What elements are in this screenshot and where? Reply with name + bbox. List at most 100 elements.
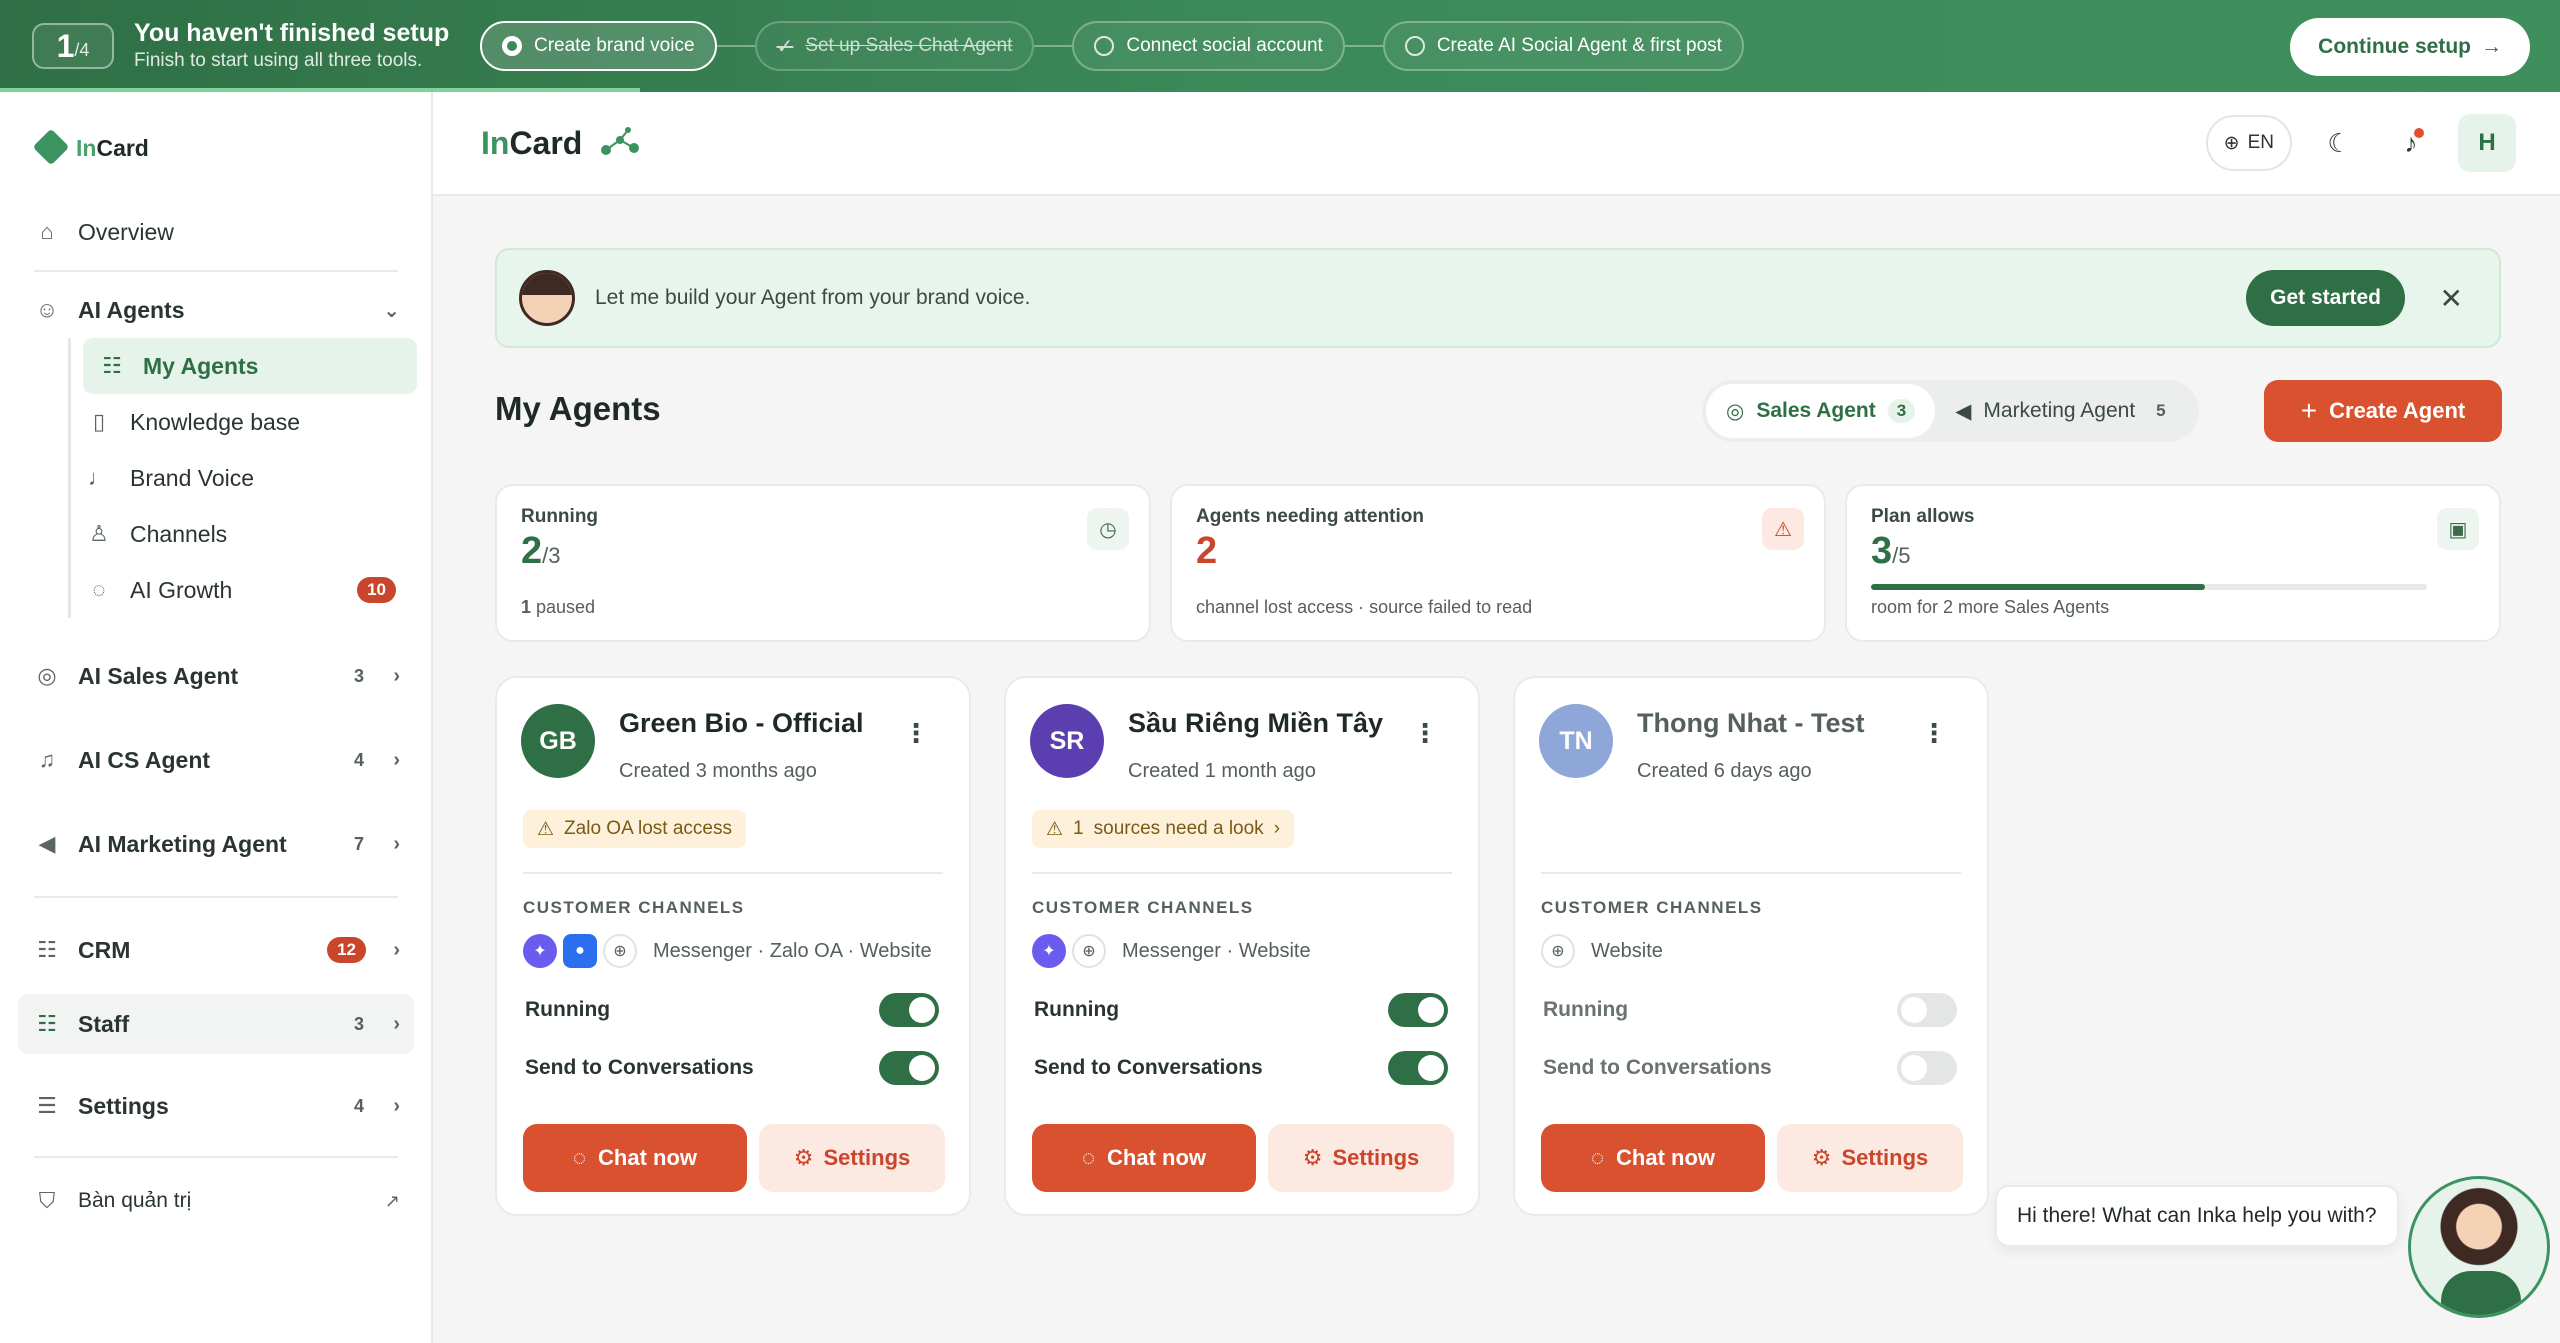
notifications-button[interactable]: ♪: [2386, 118, 2436, 168]
brand-voice-banner: Let me build your Agent from your brand …: [495, 248, 2501, 348]
chat-now-label: Chat now: [1107, 1145, 1207, 1170]
sidebar-item-admin[interactable]: ⛉ Bàn quản trị ↗: [18, 1168, 414, 1234]
setup-step-brand-voice[interactable]: Create brand voice: [480, 21, 717, 71]
helper-avatar[interactable]: [2408, 1176, 2550, 1318]
settings-label: Settings: [1841, 1145, 1929, 1170]
sidebar-item-ai-cs-agent[interactable]: ♫ AI CS Agent 4 ›: [18, 718, 414, 802]
sidebar-item-overview[interactable]: ⌂ Overview: [18, 204, 414, 260]
sidebar-item-settings[interactable]: ☰ Settings 4 ›: [18, 1066, 414, 1146]
divider: [34, 270, 398, 272]
brand-card: Card: [509, 124, 583, 161]
running-toggle[interactable]: [1388, 993, 1448, 1027]
agent-created: Created 3 months ago: [619, 760, 817, 782]
setup-step-counter: 1/4: [32, 23, 114, 69]
settings-button[interactable]: ⚙ Settings: [1268, 1124, 1454, 1192]
chat-icon: ◌: [1081, 1145, 1096, 1170]
header-brand: InCard: [481, 125, 582, 162]
sidebar-item-label: Overview: [78, 218, 174, 245]
settings-label: Settings: [1332, 1145, 1420, 1170]
sidebar-item-my-agents[interactable]: ☷ My Agents: [83, 338, 417, 394]
agent-warning-badge[interactable]: ⚠ Zalo OA lost access: [523, 810, 746, 848]
running-toggle[interactable]: [1897, 993, 1957, 1027]
language-switcher[interactable]: ⊕ EN: [2205, 115, 2292, 171]
sidebar-item-count: 7: [353, 833, 364, 854]
gear-icon: ⚙: [1302, 1145, 1323, 1170]
tab-marketing-agent[interactable]: ◀ Marketing Agent 5: [1935, 384, 2194, 438]
sidebar-item-label: AI Growth: [130, 576, 233, 603]
chat-now-label: Chat now: [1616, 1145, 1716, 1170]
helper-bubble[interactable]: Hi there! What can Inka help you with?: [1995, 1185, 2399, 1247]
send-to-conversations-toggle[interactable]: [1388, 1051, 1448, 1085]
stat-label: Plan allows: [1871, 506, 1975, 527]
get-started-button[interactable]: Get started: [2246, 270, 2405, 326]
logo-text-card: Card: [96, 134, 149, 161]
user-avatar[interactable]: H: [2458, 114, 2516, 172]
step-connector: [716, 45, 755, 47]
dark-mode-toggle[interactable]: ☾: [2314, 118, 2364, 168]
plan-progress-bar: [1871, 584, 2427, 590]
briefcase-icon: ▣: [2437, 508, 2479, 550]
continue-setup-button[interactable]: Continue setup →: [2290, 18, 2530, 76]
tab-label: Marketing Agent: [1983, 399, 2136, 422]
chevron-down-icon: ⌄: [383, 299, 400, 322]
contacts-icon: ☷: [37, 937, 57, 962]
agent-name[interactable]: Green Bio - Official: [619, 708, 864, 739]
send-row: Send to Conversations: [1543, 1048, 1957, 1088]
close-icon[interactable]: ✕: [2440, 282, 2463, 315]
settings-button[interactable]: ⚙ Settings: [1777, 1124, 1963, 1192]
more-vertical-icon[interactable]: ⋮: [1921, 718, 1947, 749]
sidebar-item-brand-voice[interactable]: ♩ Brand Voice: [70, 450, 414, 506]
setup-step-social-agent[interactable]: Create AI Social Agent & first post: [1382, 21, 1744, 71]
chat-now-button[interactable]: ◌ Chat now: [1541, 1124, 1765, 1192]
create-agent-label: Create Agent: [2329, 398, 2466, 423]
stat-plan: Plan allows 3/5 room for 2 more Sales Ag…: [1845, 484, 2501, 642]
agent-avatar: TN: [1539, 704, 1613, 778]
chat-now-label: Chat now: [598, 1145, 698, 1170]
circle-icon: [1404, 36, 1425, 56]
warning-icon: ⚠: [1046, 818, 1064, 840]
chat-now-button[interactable]: ◌ Chat now: [523, 1124, 747, 1192]
sidebar-item-staff[interactable]: ☷ Staff 3 ›: [18, 994, 414, 1054]
sidebar-item-label: CRM: [78, 936, 131, 963]
sidebar-item-label: Knowledge base: [130, 408, 301, 435]
toggle-label: Running: [525, 998, 611, 1021]
send-to-conversations-toggle[interactable]: [879, 1051, 939, 1085]
agent-name[interactable]: Sầu Riêng Miền Tây: [1128, 708, 1383, 739]
running-toggle[interactable]: [879, 993, 939, 1027]
create-agent-button[interactable]: + Create Agent: [2264, 380, 2502, 442]
settings-button[interactable]: ⚙ Settings: [759, 1124, 945, 1192]
setup-step-sales-chat-agent[interactable]: ✓ Set up Sales Chat Agent: [754, 21, 1035, 71]
divider: [523, 872, 943, 874]
step-connector: [1344, 45, 1383, 47]
logo[interactable]: InCard: [32, 128, 149, 168]
channels-text: Messenger · Zalo OA · Website: [653, 939, 932, 962]
chat-now-button[interactable]: ◌ Chat now: [1032, 1124, 1256, 1192]
agent-name[interactable]: Thong Nhat - Test: [1637, 708, 1864, 739]
more-vertical-icon[interactable]: ⋮: [903, 718, 929, 749]
agent-warning-text: sources need a look: [1093, 818, 1264, 839]
more-vertical-icon[interactable]: ⋮: [1412, 718, 1438, 749]
sidebar-item-ai-growth[interactable]: ◌ AI Growth 10: [70, 562, 414, 618]
sidebar-item-knowledge-base[interactable]: ▯ Knowledge base: [70, 394, 414, 450]
sidebar-item-ai-sales-agent[interactable]: ◎ AI Sales Agent 3 ›: [18, 634, 414, 718]
toggle-label: Send to Conversations: [1543, 1056, 1772, 1079]
stat-attention: Agents needing attention 2 channel lost …: [1170, 484, 1826, 642]
sidebar-item-label: Brand Voice: [130, 464, 255, 491]
sidebar-item-channels[interactable]: ♙ Channels: [70, 506, 414, 562]
send-to-conversations-toggle[interactable]: [1897, 1051, 1957, 1085]
setup-subtitle: Finish to start using all three tools.: [134, 50, 423, 71]
tab-sales-agent[interactable]: ◎ Sales Agent 3: [1706, 384, 1936, 438]
sidebar-item-ai-agents[interactable]: ☺ AI Agents ⌄: [18, 282, 414, 338]
sidebar-item-ai-marketing-agent[interactable]: ◀ AI Marketing Agent 7 ›: [18, 802, 414, 886]
setup-step-social-account[interactable]: Connect social account: [1072, 21, 1345, 71]
agent-card: SR Sầu Riêng Miền Tây Created 1 month ag…: [1004, 676, 1480, 1216]
send-row: Send to Conversations: [525, 1048, 939, 1088]
sidebar-item-crm[interactable]: ☷ CRM 12 ›: [18, 908, 414, 992]
agent-avatar: GB: [521, 704, 595, 778]
agent-warning-badge[interactable]: ⚠ 1 sources need a look ›: [1032, 810, 1295, 848]
continue-setup-label: Continue setup: [2318, 35, 2471, 58]
circle-icon: [1094, 36, 1115, 56]
team-icon: ☷: [37, 1011, 57, 1036]
toggle-label: Running: [1034, 998, 1120, 1021]
agent-created: Created 6 days ago: [1637, 760, 1812, 782]
